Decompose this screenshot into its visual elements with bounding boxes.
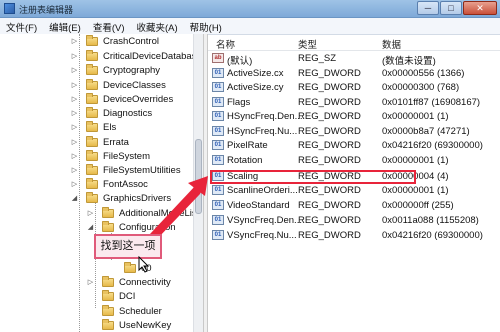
annotation-arrow-icon bbox=[150, 176, 208, 238]
callout-note: 找到这一项 bbox=[94, 234, 162, 259]
callout-text: 找到这一项 bbox=[100, 240, 156, 252]
mouse-cursor-icon bbox=[138, 256, 150, 273]
